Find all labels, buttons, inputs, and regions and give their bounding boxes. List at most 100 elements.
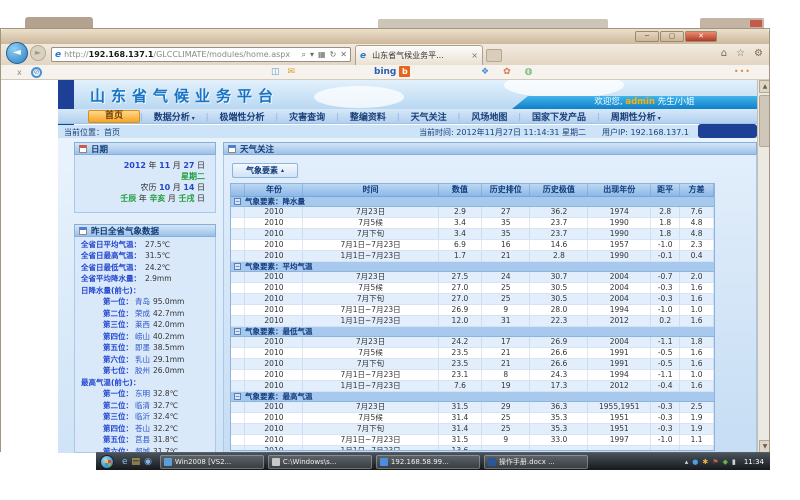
corner-tab[interactable] — [698, 124, 757, 138]
close-button[interactable]: ✕ — [685, 31, 717, 42]
table-row[interactable]: 20107月23日2.92736.219742.87.6 — [231, 207, 714, 218]
breadcrumb: 当前位置：首页 — [64, 127, 120, 138]
favorites-star-icon[interactable]: ☆ — [736, 48, 745, 59]
scrollbar-thumb[interactable] — [759, 95, 769, 147]
toolbar-addon-icon[interactable]: ◍ — [525, 67, 533, 77]
home-icon[interactable]: ⌂ — [721, 48, 727, 59]
address-bar[interactable]: e http://192.168.137.1/GLCCLIMATE/module… — [51, 47, 351, 62]
stop-icon[interactable]: ✕ — [340, 50, 347, 60]
chevron-down-icon[interactable]: ▾ — [310, 50, 314, 60]
table-cell: 3.4 — [439, 218, 482, 228]
table-cell: 1.6 — [680, 348, 714, 358]
table-row[interactable]: 20107月1日~7月23日26.9928.01994-1.01.0 — [231, 305, 714, 316]
table-row[interactable]: 20107月1日~7月23日6.91614.61957-1.02.3 — [231, 240, 714, 251]
taskbar-app-button[interactable]: 操作手册.docx ... — [484, 455, 588, 469]
table-cell: 2004 — [588, 283, 651, 293]
table-row[interactable]: 20107月下旬27.02530.52004-0.31.6 — [231, 294, 714, 305]
quick-launch-icon[interactable]: e — [122, 454, 128, 470]
nav-tab-1[interactable]: 数据分析▾ — [143, 110, 206, 123]
table-row[interactable]: 20107月23日31.52936.31955,1951-0.32.5 — [231, 402, 714, 413]
calendar-text: 壬戌 — [178, 194, 194, 203]
table-cell: 30.5 — [530, 294, 588, 304]
tray-icon[interactable]: ✱ — [702, 454, 708, 470]
forward-button[interactable]: ► — [30, 45, 46, 61]
station-name: 乳山 — [135, 355, 150, 364]
bing-search[interactable]: bing b — [374, 66, 410, 77]
tray-icon[interactable]: ● — [692, 454, 698, 470]
table-row[interactable]: 20107月1日~7月23日23.1824.31994-1.11.0 — [231, 370, 714, 381]
toolbar-addon-icon[interactable]: ✉ — [288, 67, 296, 77]
start-button[interactable] — [100, 455, 114, 469]
new-tab-button[interactable] — [486, 49, 502, 62]
table-row[interactable]: 20107月下旬23.52126.61991-0.51.6 — [231, 359, 714, 370]
collapse-box-icon[interactable]: − — [234, 328, 241, 335]
table-row[interactable]: 20107月下旬31.42535.31951-0.31.9 — [231, 424, 714, 435]
nav-tab-4[interactable]: 整编资料 — [339, 110, 397, 123]
tray-icon[interactable]: ▮ — [732, 454, 736, 470]
browser-tab[interactable]: e 山东省气候业务平... × — [355, 45, 483, 65]
more-options-icon[interactable]: ••• — [734, 67, 751, 76]
group-name: 气象要素：降水量 — [245, 196, 305, 207]
tray-icon[interactable]: ▴ — [685, 454, 689, 470]
scroll-up-icon[interactable]: ▲ — [759, 80, 769, 93]
toolbar-addon-icon[interactable]: ❖ — [481, 67, 489, 77]
minimize-button[interactable]: ─ — [635, 31, 659, 42]
table-cell: 2010 — [245, 251, 303, 261]
table-cell: 21 — [482, 359, 530, 369]
nav-tab-3[interactable]: 灾害查询 — [278, 110, 336, 123]
window-titlebar[interactable]: ─ ▢ ✕ — [1, 29, 769, 44]
search-icon[interactable]: ⌕ — [302, 50, 306, 60]
table-row[interactable]: 20107月5候23.52126.61991-0.51.6 — [231, 348, 714, 359]
taskbar-clock[interactable]: 11:34 — [744, 454, 764, 470]
collapse-box-icon[interactable]: − — [234, 393, 241, 400]
tab-close-icon[interactable]: × — [471, 51, 478, 60]
back-button[interactable]: ◄ — [6, 42, 28, 64]
vertical-scrollbar[interactable]: ▲ ▼ — [757, 80, 769, 453]
nav-tab-7[interactable]: 国家下发产品 — [521, 110, 597, 123]
table-group-header[interactable]: −气象要素：最低气温 — [231, 327, 714, 337]
toolbar-addon-icon[interactable]: ✿ — [503, 67, 511, 77]
nav-tab-0[interactable]: 首页 — [88, 110, 140, 123]
taskbar-app-button[interactable]: Win2008 [VS2... — [160, 455, 264, 469]
table-group-header[interactable]: −气象要素：平均气温 — [231, 262, 714, 272]
station-name: 莱西 — [135, 320, 150, 329]
element-filter-button[interactable]: 气象要素 ▴ — [232, 163, 298, 178]
quick-launch-icon[interactable]: ◉ — [144, 454, 152, 470]
table-cell: 1.9 — [680, 424, 714, 434]
table-row[interactable]: 20101月1日~7月23日13.6 — [231, 446, 714, 451]
table-row[interactable]: 20107月5候27.02530.52004-0.31.6 — [231, 283, 714, 294]
url-text[interactable]: http://192.168.137.1/GLCCLIMATE/modules/… — [64, 50, 301, 59]
nav-tab-6[interactable]: 风场地图 — [460, 110, 518, 123]
nav-tab-8[interactable]: 周期性分析▾ — [600, 110, 672, 123]
table-group-header[interactable]: −气象要素：最高气温 — [231, 392, 714, 402]
rank-label: 第五位： — [75, 343, 133, 352]
table-group-header[interactable]: −气象要素：降水量 — [231, 197, 714, 207]
table-row[interactable]: 20107月1日~7月23日31.5933.01997-1.01.1 — [231, 435, 714, 446]
collapse-box-icon[interactable]: − — [234, 198, 241, 205]
table-cell: 23.7 — [530, 218, 588, 228]
tray-icon[interactable]: ◆ — [723, 454, 728, 470]
table-cell: 27.0 — [439, 283, 482, 293]
collapse-box-icon[interactable]: − — [234, 263, 241, 270]
main-panel-body: 气象要素 ▴ 年份时间数值历史排位历史极值出现年份距平方差−气象要素：降水量20… — [223, 155, 757, 453]
compatibility-icon[interactable]: ▦ — [318, 50, 326, 60]
quick-launch-icon[interactable]: ▤ — [132, 454, 141, 470]
weather-panel-title: 昨日全省气象数据 — [91, 225, 159, 237]
table-row[interactable]: 20107月23日27.52430.72004-0.72.0 — [231, 272, 714, 283]
table-row[interactable]: 20107月5候3.43523.719901.84.8 — [231, 218, 714, 229]
table-row[interactable]: 20107月5候31.42535.31951-0.31.9 — [231, 413, 714, 424]
addon-logo-icon[interactable]: ⊘ — [31, 67, 42, 78]
table-row[interactable]: 20107月23日24.21726.92004-1.11.8 — [231, 337, 714, 348]
toolbar-addon-icon[interactable]: ◫ — [271, 67, 280, 77]
refresh-icon[interactable]: ↻ — [330, 50, 337, 60]
tray-icon[interactable]: ⚑ — [712, 454, 718, 470]
toolbar-close-icon[interactable]: x — [17, 68, 22, 77]
maximize-button[interactable]: ▢ — [660, 31, 684, 42]
taskbar-app-button[interactable]: C:\Windows\s... — [268, 455, 372, 469]
nav-tab-5[interactable]: 天气关注 — [400, 110, 458, 123]
settings-gear-icon[interactable]: ⚙ — [754, 48, 763, 59]
table-cell: 23.5 — [439, 348, 482, 358]
nav-tab-2[interactable]: 极端性分析 — [208, 110, 275, 123]
taskbar-app-button[interactable]: 192.168.58.99... — [376, 455, 480, 469]
table-row[interactable]: 20107月下旬3.43523.719901.84.8 — [231, 229, 714, 240]
